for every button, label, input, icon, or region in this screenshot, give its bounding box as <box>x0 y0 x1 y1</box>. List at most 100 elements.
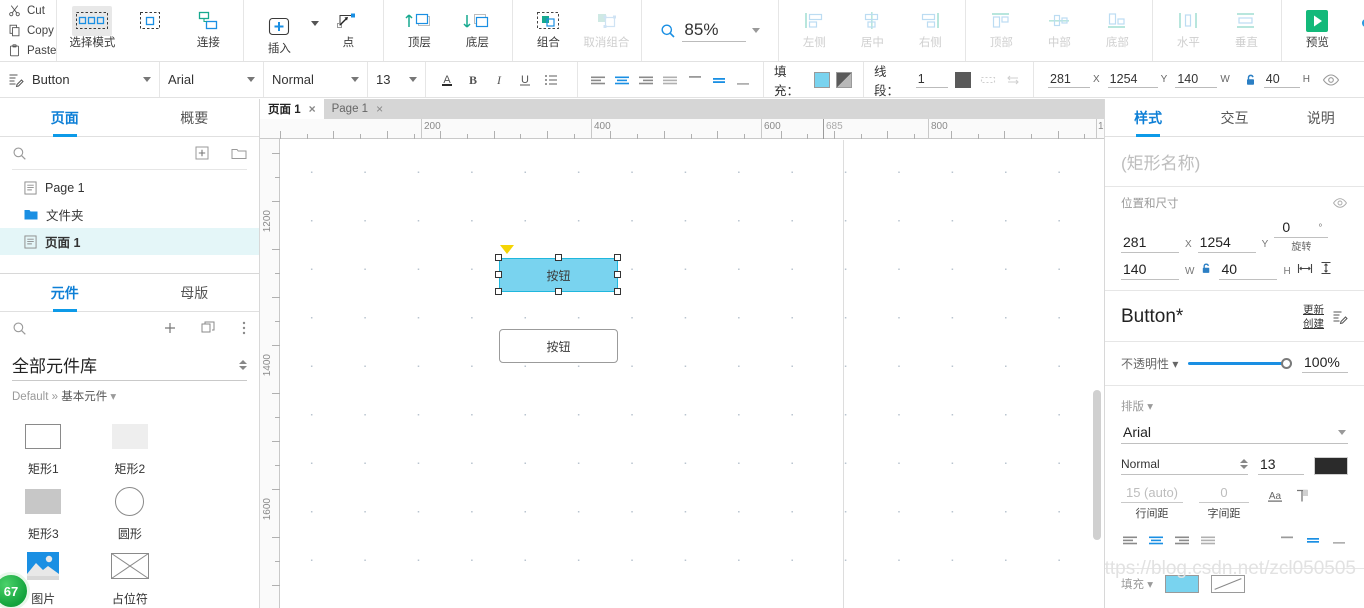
add-library-icon[interactable] <box>163 321 177 335</box>
panel-x-input[interactable]: 281 <box>1121 234 1179 253</box>
library-menu-icon[interactable] <box>241 320 247 336</box>
toolbar-item-group[interactable]: 组合 <box>519 0 577 61</box>
lock-aspect-button[interactable] <box>1238 67 1264 93</box>
toolbar-item-align-top[interactable]: 顶部 <box>972 0 1030 61</box>
resize-handle-sw[interactable] <box>495 288 502 295</box>
opacity-label[interactable]: 不透明性 ▾ <box>1121 355 1178 372</box>
toolbar-item-connect-point[interactable] <box>121 0 179 61</box>
shape-name-input[interactable]: (矩形名称) <box>1105 137 1364 187</box>
panel-align-center-button[interactable] <box>1147 533 1165 550</box>
library-breadcrumb[interactable]: Default » 基本元件 ▾ <box>0 381 259 406</box>
line-color-button[interactable] <box>951 67 976 93</box>
align-justify-text-button[interactable] <box>658 67 682 93</box>
italic-button[interactable]: I <box>486 67 512 93</box>
width-input[interactable]: 140 <box>1175 72 1218 88</box>
style-update-create-buttons[interactable]: 更新 创建 <box>1303 303 1324 331</box>
x-input[interactable]: 281 <box>1048 72 1090 88</box>
fill-gradient-button[interactable] <box>833 67 855 93</box>
toolbar-item-send-to-back[interactable]: 底层 <box>448 0 506 61</box>
resize-handle-w[interactable] <box>495 271 502 278</box>
panel-font-color-swatch[interactable] <box>1314 457 1348 475</box>
breadcrumb-caret-icon[interactable]: ▾ <box>107 391 116 403</box>
line-style-button[interactable] <box>975 67 1000 93</box>
toolbar-item-preview[interactable]: 预览 <box>1288 0 1346 61</box>
close-icon[interactable]: × <box>309 102 316 116</box>
tab-widgets[interactable]: 元件 <box>0 274 130 311</box>
opacity-value-input[interactable]: 100% <box>1302 354 1348 373</box>
panel-rotation-input[interactable]: 0 <box>1280 219 1308 237</box>
font-color-button[interactable]: A <box>434 67 460 93</box>
resize-handle-n[interactable] <box>555 254 562 261</box>
edit-style-icon[interactable] <box>1332 309 1348 325</box>
arrow-style-button[interactable] <box>1000 67 1025 93</box>
panel-valign-middle-button[interactable] <box>1304 533 1322 550</box>
letter-spacing-field[interactable]: 0 字间距 <box>1199 485 1249 521</box>
page-item-folder[interactable]: 文件夹 <box>0 201 259 228</box>
widget-rectangle1[interactable]: 矩形1 <box>0 412 87 477</box>
toolbar-item-select-mode[interactable]: 选择模式 <box>63 0 121 61</box>
search-icon[interactable] <box>12 321 27 336</box>
add-folder-icon[interactable] <box>231 146 247 160</box>
tab-pages[interactable]: 页面 <box>0 99 130 136</box>
doc-tab-page1-cn[interactable]: 页面 1 × <box>260 99 324 119</box>
font-family-dropdown[interactable]: Arial <box>168 62 255 97</box>
tab-outline[interactable]: 概要 <box>130 99 260 136</box>
resize-handle-se[interactable] <box>614 288 621 295</box>
resize-handle-e[interactable] <box>614 271 621 278</box>
underline-button[interactable]: U <box>512 67 538 93</box>
tab-interactions[interactable]: 交互 <box>1191 99 1277 136</box>
resize-handle-s[interactable] <box>555 288 562 295</box>
line-height-field[interactable]: 15 (auto) 行间距 <box>1121 485 1183 521</box>
toolbar-item-align-center[interactable]: 居中 <box>843 0 901 61</box>
page-item-selected[interactable]: 页面 1 <box>0 228 259 255</box>
align-right-text-button[interactable] <box>634 67 658 93</box>
panel-align-justify-button[interactable] <box>1199 533 1217 550</box>
text-case-icon[interactable]: Aa <box>1265 488 1285 504</box>
valign-top-button[interactable] <box>683 67 707 93</box>
panel-align-left-button[interactable] <box>1121 533 1139 550</box>
toolbar-item-distribute-horizontal[interactable]: 水平 <box>1159 0 1217 61</box>
widget-ellipse[interactable]: 圆形 <box>87 477 174 542</box>
fit-width-icon[interactable] <box>1297 262 1313 280</box>
panel-y-input[interactable]: 1254 <box>1197 234 1256 253</box>
lock-open-icon[interactable] <box>1200 262 1213 280</box>
panel-fill-swatch[interactable] <box>1164 575 1199 593</box>
toolbar-item-connect[interactable]: 连接 <box>179 0 237 61</box>
font-size-dropdown[interactable]: 13 <box>376 62 417 97</box>
panel-height-input[interactable]: 40 <box>1219 261 1278 280</box>
tab-style[interactable]: 样式 <box>1105 99 1191 136</box>
page-item-page1[interactable]: Page 1 <box>0 174 259 201</box>
height-input[interactable]: 40 <box>1263 72 1300 88</box>
text-decoration-icon[interactable] <box>1295 488 1309 504</box>
zoom-chevron-down-icon[interactable] <box>752 28 761 33</box>
panel-font-size-input[interactable]: 13 <box>1258 456 1304 475</box>
cut-button[interactable]: Cut <box>8 1 56 20</box>
toolbar-item-point[interactable]: 点 <box>319 0 377 61</box>
horizontal-ruler[interactable]: 200 400 600 685 800 <box>260 119 1109 139</box>
vertical-ruler[interactable]: 1200 1400 1600 <box>260 139 280 608</box>
panel-fill-label[interactable]: 填充 ▾ <box>1121 576 1153 592</box>
widget-rectangle2[interactable]: 矩形2 <box>87 412 174 477</box>
panel-width-input[interactable]: 140 <box>1121 261 1179 280</box>
library-select[interactable]: 全部元件库 <box>12 352 247 381</box>
panel-font-weight-select[interactable]: Normal <box>1121 457 1248 475</box>
widget-type-dropdown[interactable]: Button <box>32 62 151 97</box>
bullet-list-button[interactable] <box>538 67 564 93</box>
fit-height-icon[interactable] <box>1319 261 1333 280</box>
panel-valign-bottom-button[interactable] <box>1330 533 1348 550</box>
toolbar-item-insert[interactable]: 插入 <box>250 6 308 56</box>
eye-icon[interactable] <box>1332 197 1348 209</box>
insert-chevron-down-icon[interactable] <box>311 21 320 26</box>
zoom-value[interactable]: 85% <box>682 20 747 42</box>
add-page-icon[interactable] <box>195 146 209 160</box>
line-width-input[interactable]: 1 <box>915 72 948 88</box>
toolbar-item-align-bottom[interactable]: 底部 <box>1088 0 1146 61</box>
font-weight-dropdown[interactable]: Normal <box>272 62 359 97</box>
font-weight-spinner-icon[interactable] <box>1240 459 1248 469</box>
tab-notes[interactable]: 说明 <box>1278 99 1364 136</box>
toolbar-item-ungroup[interactable]: 取消组合 <box>577 0 635 61</box>
resize-handle-nw[interactable] <box>495 254 502 261</box>
canvas-shape-button[interactable]: 按钮 <box>499 329 618 363</box>
y-input[interactable]: 1254 <box>1107 72 1158 88</box>
library-spinner-icon[interactable] <box>239 359 247 370</box>
